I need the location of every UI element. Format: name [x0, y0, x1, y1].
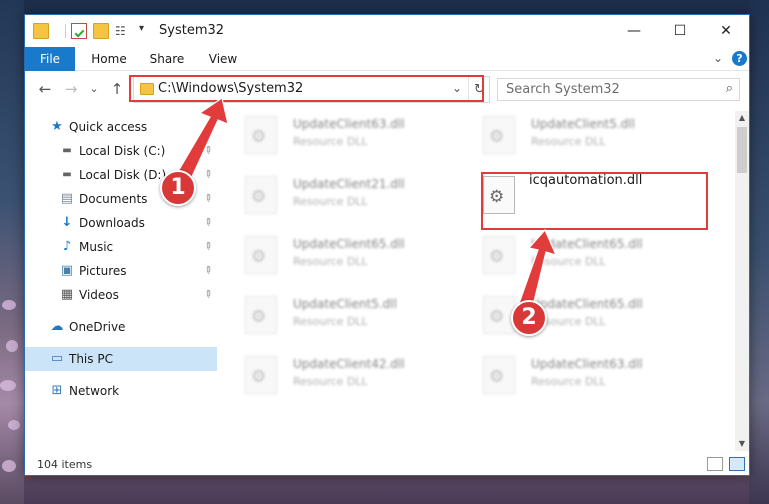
step-marker-2: 2 [511, 300, 547, 336]
step-marker-1: 1 [160, 170, 196, 206]
annotation-arrows [175, 97, 558, 319]
arrow-1 [175, 97, 229, 182]
